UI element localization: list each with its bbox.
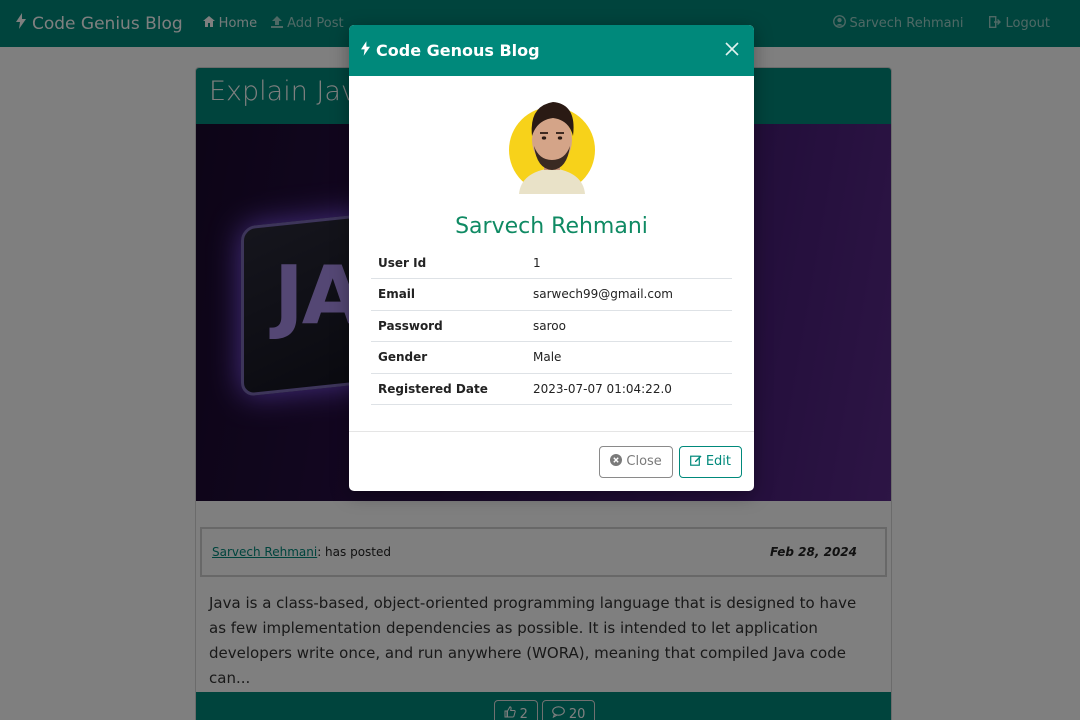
modal-title-label: Code Genous Blog [376,41,540,60]
row-value: 1 [526,247,732,279]
table-row: Email sarwech99@gmail.com [371,278,732,311]
profile-modal: Code Genous Blog Sarvech Rehmani User Id… [349,25,754,491]
bolt-icon [361,41,370,60]
table-row: Registered Date 2023-07-07 01:04:22.0 [371,373,732,405]
modal-title: Code Genous Blog [361,41,540,60]
row-value: Male [526,341,732,374]
avatar [508,94,595,194]
row-value: saroo [526,310,732,342]
row-key: User Id [371,247,526,279]
row-key: Registered Date [371,373,526,405]
row-value: 2023-07-07 01:04:22.0 [526,373,732,405]
close-button[interactable]: Close [599,445,673,478]
user-details-table: User Id 1 Email sarwech99@gmail.com Pass… [371,247,732,405]
modal-close-x-button[interactable] [722,41,742,61]
edit-button[interactable]: Edit [678,445,742,478]
user-name: Sarvech Rehmani [455,214,648,239]
row-value: sarwech99@gmail.com [526,278,732,311]
table-row: Password saroo [371,310,732,342]
times-circle-icon [610,453,623,470]
edit-icon [689,454,702,470]
table-row: Gender Male [371,341,732,374]
modal-header: Code Genous Blog [349,25,754,76]
row-key: Password [371,310,526,342]
row-key: Email [371,278,526,311]
modal-footer: Close Edit [349,431,754,491]
modal-body: Sarvech Rehmani User Id 1 Email sarwech9… [349,94,754,405]
close-button-label: Close [626,454,662,469]
row-key: Gender [371,341,526,374]
times-icon [725,41,739,60]
table-row: User Id 1 [371,247,732,279]
edit-button-label: Edit [705,454,731,469]
